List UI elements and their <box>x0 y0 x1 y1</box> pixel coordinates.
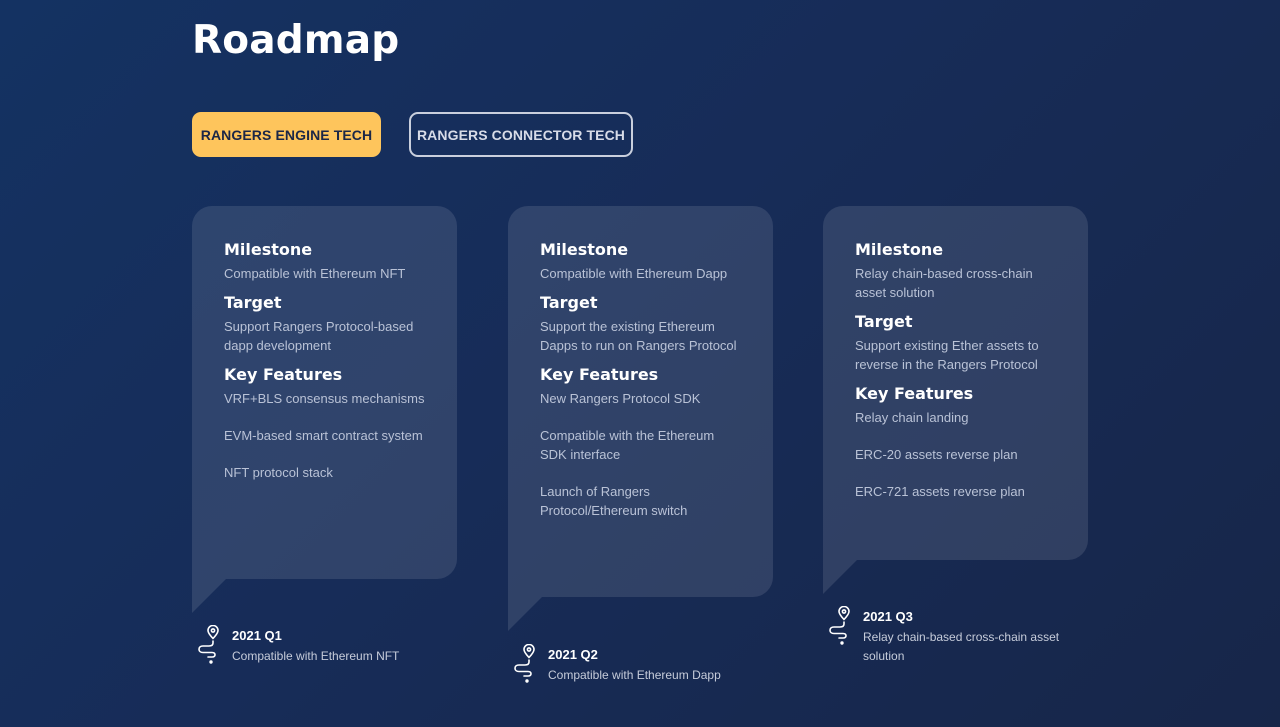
target-heading: Target <box>855 312 913 331</box>
feature-item: Relay chain landing <box>855 410 969 425</box>
milestone-marker-q3: 2021 Q3 Relay chain-based cross-chain as… <box>827 606 1073 666</box>
feature-item: ERC-20 assets reverse plan <box>855 447 1018 462</box>
quarter-label: 2021 Q1 <box>232 628 282 643</box>
feature-item: ERC-721 assets reverse plan <box>855 484 1025 499</box>
feature-item: Compatible with the Ethereum SDK interfa… <box>540 428 715 462</box>
milestone-marker-q2: 2021 Q2 Compatible with Ethereum Dapp <box>512 644 721 686</box>
milestone-section: Milestone Compatible with Ethereum Dapp <box>540 240 741 283</box>
card-tail <box>192 579 226 613</box>
milestone-marker-text: 2021 Q3 Relay chain-based cross-chain as… <box>863 608 1073 666</box>
milestone-heading: Milestone <box>540 240 629 259</box>
key-features-heading: Key Features <box>224 365 343 384</box>
milestone-text: Compatible with Ethereum Dapp <box>540 266 728 281</box>
feature-item: VRF+BLS consensus mechanisms <box>224 391 425 406</box>
target-section: Target Support existing Ether assets to … <box>855 312 1056 374</box>
key-features-heading: Key Features <box>540 365 659 384</box>
milestone-text: Relay chain-based cross-chain asset solu… <box>855 266 1033 300</box>
milestone-heading: Milestone <box>224 240 313 259</box>
quarter-description: Compatible with Ethereum Dapp <box>548 668 721 682</box>
key-features-heading: Key Features <box>855 384 974 403</box>
quarter-description: Relay chain-based cross-chain asset solu… <box>863 630 1060 663</box>
roadmap-card-q2: Milestone Compatible with Ethereum Dapp … <box>508 206 773 631</box>
feature-item: New Rangers Protocol SDK <box>540 391 701 406</box>
target-heading: Target <box>540 293 598 312</box>
milestone-marker-q1: 2021 Q1 Compatible with Ethereum NFT <box>196 625 399 667</box>
target-text: Support existing Ether assets to reverse… <box>855 338 1039 372</box>
target-section: Target Support Rangers Protocol-based da… <box>224 293 425 355</box>
roadmap-card-q1: Milestone Compatible with Ethereum NFT T… <box>192 206 457 613</box>
card-tail <box>823 560 857 594</box>
roadmap-card-q3: Milestone Relay chain-based cross-chain … <box>823 206 1088 594</box>
feature-item: EVM-based smart contract system <box>224 428 423 443</box>
target-heading: Target <box>224 293 282 312</box>
key-features-section: Key Features New Rangers Protocol SDK Co… <box>540 365 741 520</box>
milestone-marker-text: 2021 Q2 Compatible with Ethereum Dapp <box>548 646 721 685</box>
feature-item: Launch of Rangers Protocol/Ethereum swit… <box>540 484 688 518</box>
milestone-text: Compatible with Ethereum NFT <box>224 266 406 281</box>
milestone-marker-text: 2021 Q1 Compatible with Ethereum NFT <box>232 627 399 666</box>
target-text: Support the existing Ethereum Dapps to r… <box>540 319 737 353</box>
quarter-description: Compatible with Ethereum NFT <box>232 649 400 663</box>
tab-rangers-connector-tech[interactable]: RANGERS CONNECTOR TECH <box>409 112 633 157</box>
quarter-label: 2021 Q2 <box>548 647 598 662</box>
key-features-section: Key Features Relay chain landing ERC-20 … <box>855 384 1056 501</box>
location-path-icon <box>829 606 850 645</box>
location-path-icon <box>514 644 535 683</box>
feature-item: NFT protocol stack <box>224 465 333 480</box>
target-section: Target Support the existing Ethereum Dap… <box>540 293 741 355</box>
target-text: Support Rangers Protocol-based dapp deve… <box>224 319 414 353</box>
key-features-section: Key Features VRF+BLS consensus mechanism… <box>224 365 425 482</box>
card-tail <box>508 597 542 631</box>
page-title: Roadmap <box>192 18 400 63</box>
milestone-section: Milestone Compatible with Ethereum NFT <box>224 240 425 283</box>
quarter-label: 2021 Q3 <box>863 609 913 624</box>
milestone-section: Milestone Relay chain-based cross-chain … <box>855 240 1056 302</box>
milestone-heading: Milestone <box>855 240 944 259</box>
location-path-icon <box>198 625 219 664</box>
tab-rangers-engine-tech[interactable]: RANGERS ENGINE TECH <box>192 112 381 157</box>
